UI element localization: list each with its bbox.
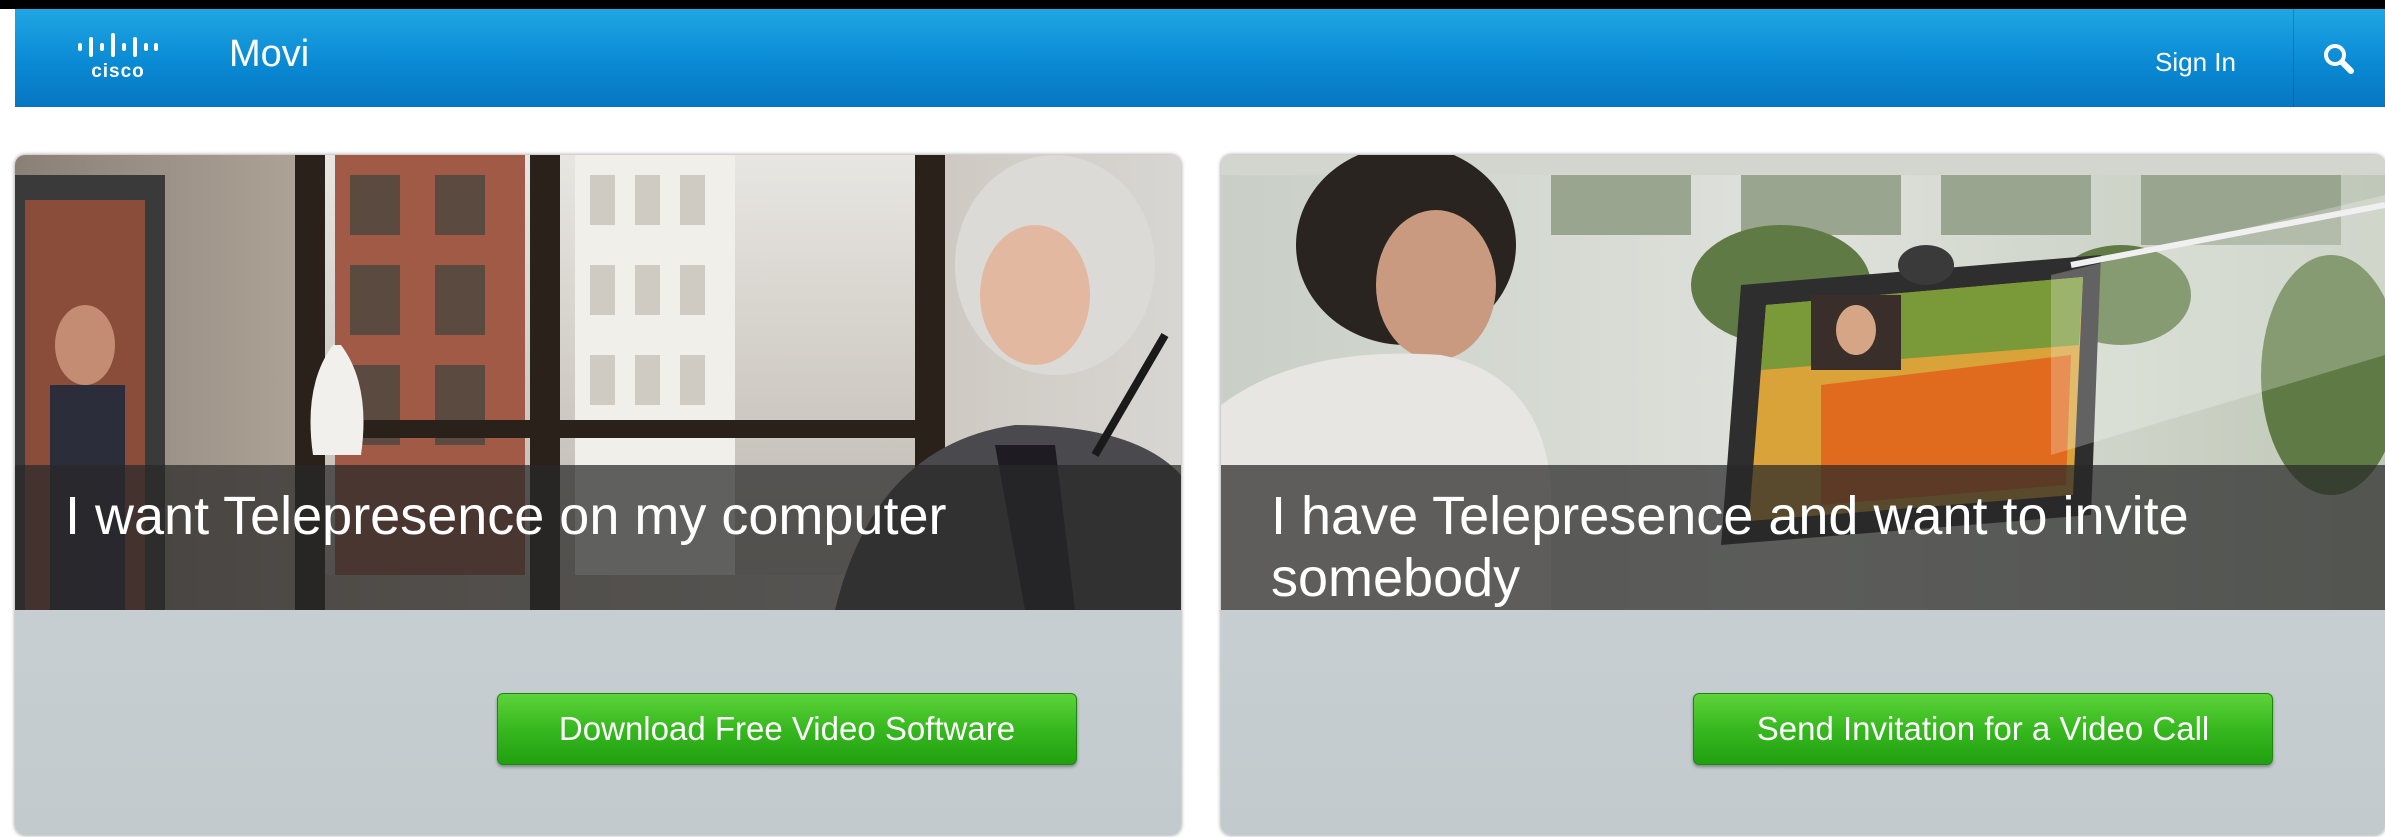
cisco-logo[interactable]: cisco — [73, 27, 163, 87]
card-telepresence-on-computer: I want Telepresence on my computer Downl… — [15, 155, 1181, 835]
caption-text: I have Telepresence and want to invite s… — [1271, 486, 2189, 608]
cisco-wordmark: cisco — [91, 61, 145, 82]
header-divider — [2293, 9, 2294, 107]
sign-in-link[interactable]: Sign In — [2155, 47, 2236, 78]
search-icon — [2324, 44, 2354, 74]
top-strip — [0, 0, 2385, 9]
top-header: cisco Movi Sign In — [15, 9, 2385, 107]
cisco-logo-icon — [78, 33, 158, 57]
app-title: Movi — [229, 33, 310, 75]
card-caption: I want Telepresence on my computer — [15, 465, 1181, 610]
send-invitation-button[interactable]: Send Invitation for a Video Call — [1693, 693, 2273, 765]
caption-text: I want Telepresence on my computer — [65, 486, 947, 546]
card-invite-somebody: I have Telepresence and want to invite s… — [1221, 155, 2385, 835]
card-caption: I have Telepresence and want to invite s… — [1221, 465, 2385, 610]
download-software-button[interactable]: Download Free Video Software — [497, 693, 1077, 765]
search-button[interactable] — [2315, 35, 2365, 85]
